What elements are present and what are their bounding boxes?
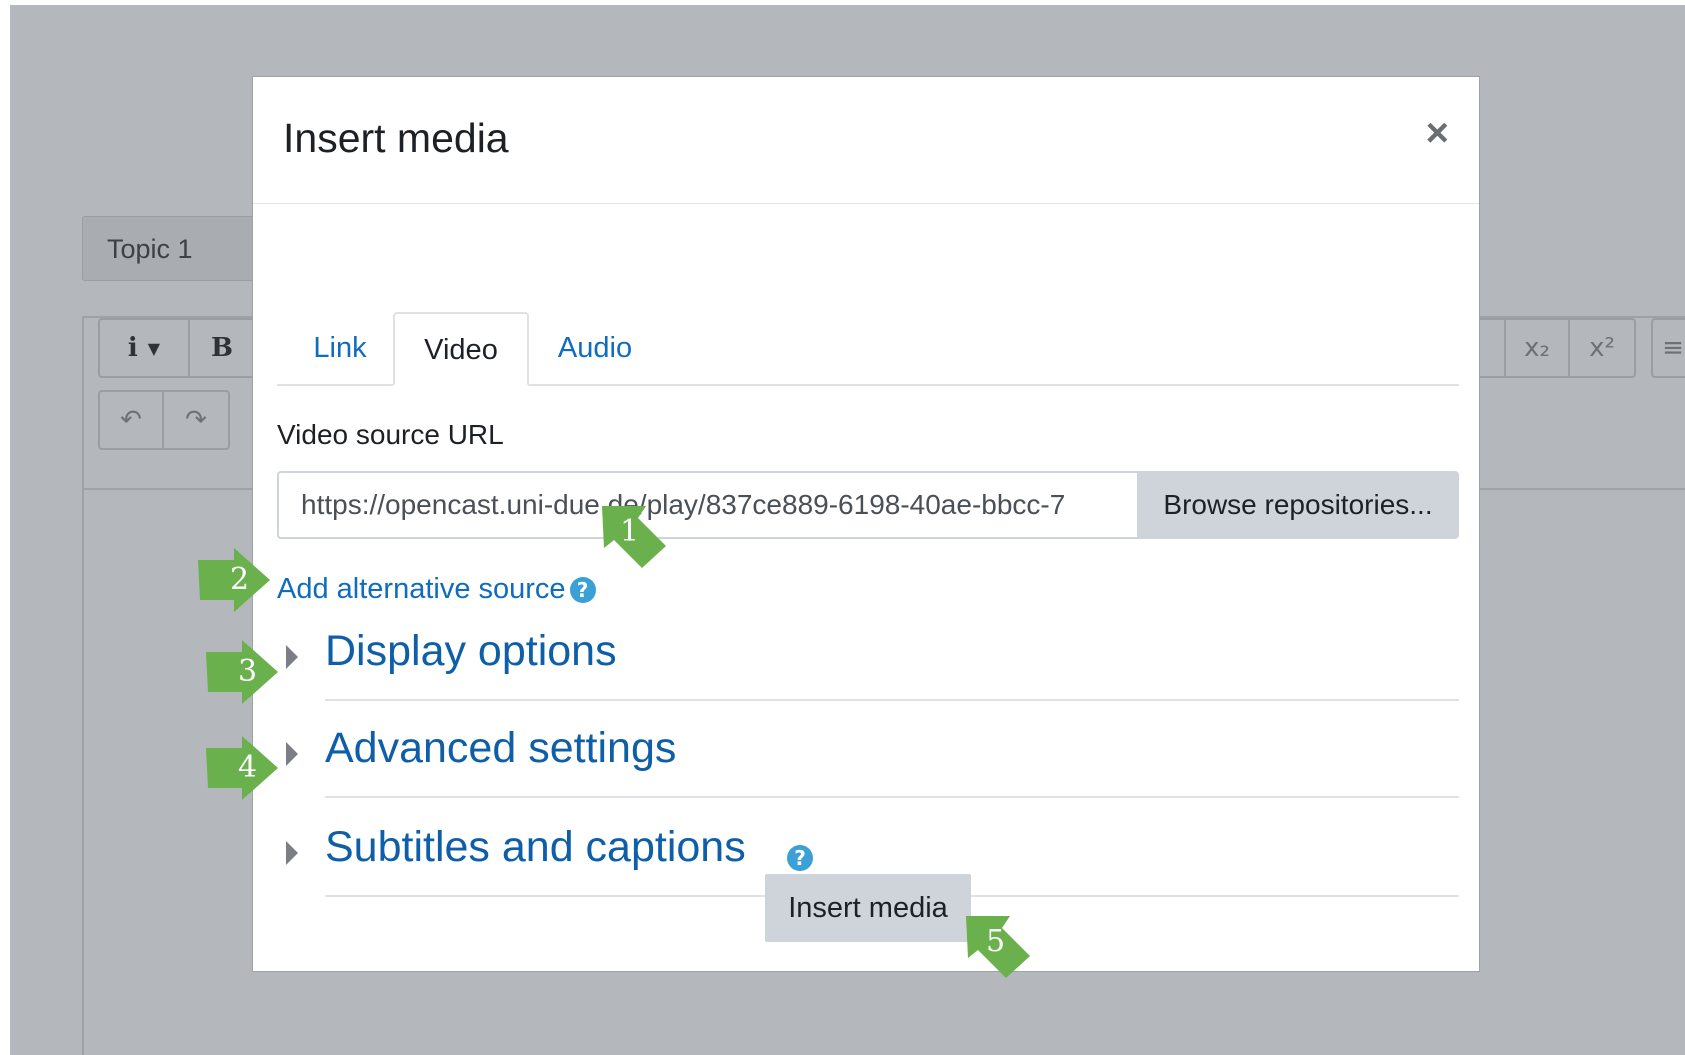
callout-number: 1 <box>620 514 640 549</box>
tab-video[interactable]: Video <box>393 312 529 386</box>
media-tabs: Link Video Audio <box>277 234 1459 386</box>
redo-icon[interactable]: ↷ <box>164 392 228 448</box>
callout-2: 2 <box>198 548 272 614</box>
section-display-options[interactable]: Display options <box>277 605 1459 701</box>
section-title: Subtitles and captions <box>325 823 746 871</box>
add-alternative-source-link[interactable]: Add alternative source? <box>277 573 596 606</box>
section-title: Advanced settings <box>325 724 677 772</box>
toolbar-group-1: i ▼ B <box>98 318 256 378</box>
section-advanced-settings[interactable]: Advanced settings <box>277 702 1459 798</box>
chevron-down-icon: ▼ <box>147 338 161 358</box>
toolbar-group-list: ≡ <box>1651 318 1685 378</box>
help-icon[interactable]: ? <box>569 577 596 604</box>
superscript-button[interactable]: x² <box>1570 320 1634 376</box>
tab-audio[interactable]: Audio <box>529 312 661 386</box>
callout-number: 2 <box>230 562 250 597</box>
section-title: Display options <box>325 627 617 675</box>
italic-fragment-icon[interactable] <box>1476 320 1506 376</box>
close-icon[interactable]: × <box>1426 113 1449 153</box>
toolbar-group-2: ↶ ↷ <box>98 390 230 450</box>
add-alternative-source-label: Add alternative source <box>277 573 566 605</box>
section-divider <box>325 796 1459 798</box>
callout-number: 3 <box>238 654 258 689</box>
callout-5: 5 <box>964 914 1034 980</box>
browse-repositories-button[interactable]: Browse repositories... <box>1137 471 1459 539</box>
caret-right-icon <box>286 841 298 865</box>
video-source-label: Video source URL <box>277 419 504 450</box>
callout-4: 4 <box>206 736 280 802</box>
dialog-title: Insert media <box>283 115 509 161</box>
callout-3: 3 <box>206 640 280 706</box>
callout-number: 4 <box>238 750 258 785</box>
list-icon[interactable]: ≡ <box>1653 320 1685 376</box>
info-dropdown-button[interactable]: i ▼ <box>100 320 190 376</box>
insert-media-button[interactable]: Insert media <box>765 874 971 942</box>
section-divider <box>325 699 1459 701</box>
caret-right-icon <box>286 645 298 669</box>
help-icon[interactable]: ? <box>787 845 813 871</box>
bold-button[interactable]: B <box>190 320 254 376</box>
info-icon: i <box>127 333 138 363</box>
toolbar-group-right: x₂ x² <box>1474 318 1636 378</box>
video-source-group: Browse repositories... <box>277 471 1459 539</box>
video-source-input[interactable] <box>277 471 1137 539</box>
undo-icon[interactable]: ↶ <box>100 392 164 448</box>
insert-media-dialog: Insert media × Link Video Audio Video so… <box>252 76 1480 972</box>
caret-right-icon <box>286 742 298 766</box>
tab-link[interactable]: Link <box>287 312 393 386</box>
callout-1: 1 <box>600 504 670 570</box>
subscript-button[interactable]: x₂ <box>1506 320 1570 376</box>
dialog-header: Insert media × <box>253 77 1479 204</box>
callout-number: 5 <box>986 924 1006 959</box>
